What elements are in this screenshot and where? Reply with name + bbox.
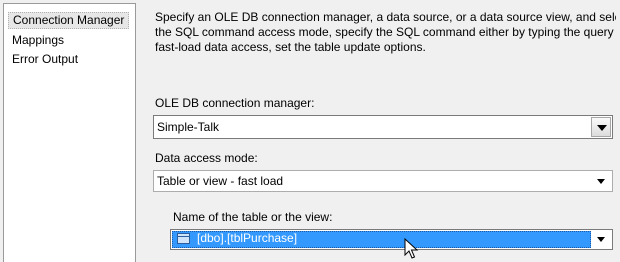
- data-access-mode-label: Data access mode:: [155, 151, 258, 165]
- table-name-value: [dbo].[tblPurchase]: [197, 231, 298, 245]
- chevron-down-icon: [597, 237, 605, 242]
- data-access-mode-dropdown[interactable]: Table or view - fast load: [153, 170, 613, 192]
- chevron-down-icon: [597, 125, 607, 131]
- data-access-mode-dropdown-button[interactable]: [591, 172, 611, 190]
- description-line-2: the SQL command access mode, specify the…: [155, 25, 620, 39]
- nav-item-mappings[interactable]: Mappings: [8, 32, 68, 49]
- window-edge: [616, 0, 620, 262]
- table-name-label: Name of the table or the view:: [173, 210, 333, 224]
- nav-item-error-output[interactable]: Error Output: [8, 51, 82, 68]
- description-line-1: Specify an OLE DB connection manager, a …: [155, 10, 620, 24]
- chevron-down-icon: [597, 179, 605, 184]
- page-description: Specify an OLE DB connection manager, a …: [155, 10, 620, 55]
- connection-manager-dropdown[interactable]: Simple-Talk: [153, 115, 613, 139]
- navigation-pane: Connection Manager Mappings Error Output: [3, 3, 136, 262]
- table-name-dropdown-button[interactable]: [591, 230, 611, 248]
- nav-item-connection-manager[interactable]: Connection Manager: [8, 12, 130, 29]
- connection-manager-label: OLE DB connection manager:: [155, 96, 315, 110]
- mouse-pointer-icon: [404, 238, 419, 259]
- connection-manager-dropdown-button[interactable]: [591, 117, 611, 137]
- ole-db-destination-editor: Connection Manager Mappings Error Output…: [0, 0, 620, 262]
- data-access-mode-value: Table or view - fast load: [157, 174, 284, 188]
- connection-manager-value: Simple-Talk: [157, 120, 220, 134]
- table-name-dropdown[interactable]: [dbo].[tblPurchase]: [170, 229, 613, 250]
- table-icon: [177, 233, 190, 244]
- description-line-3: fast-load data access, set the table upd…: [155, 40, 426, 54]
